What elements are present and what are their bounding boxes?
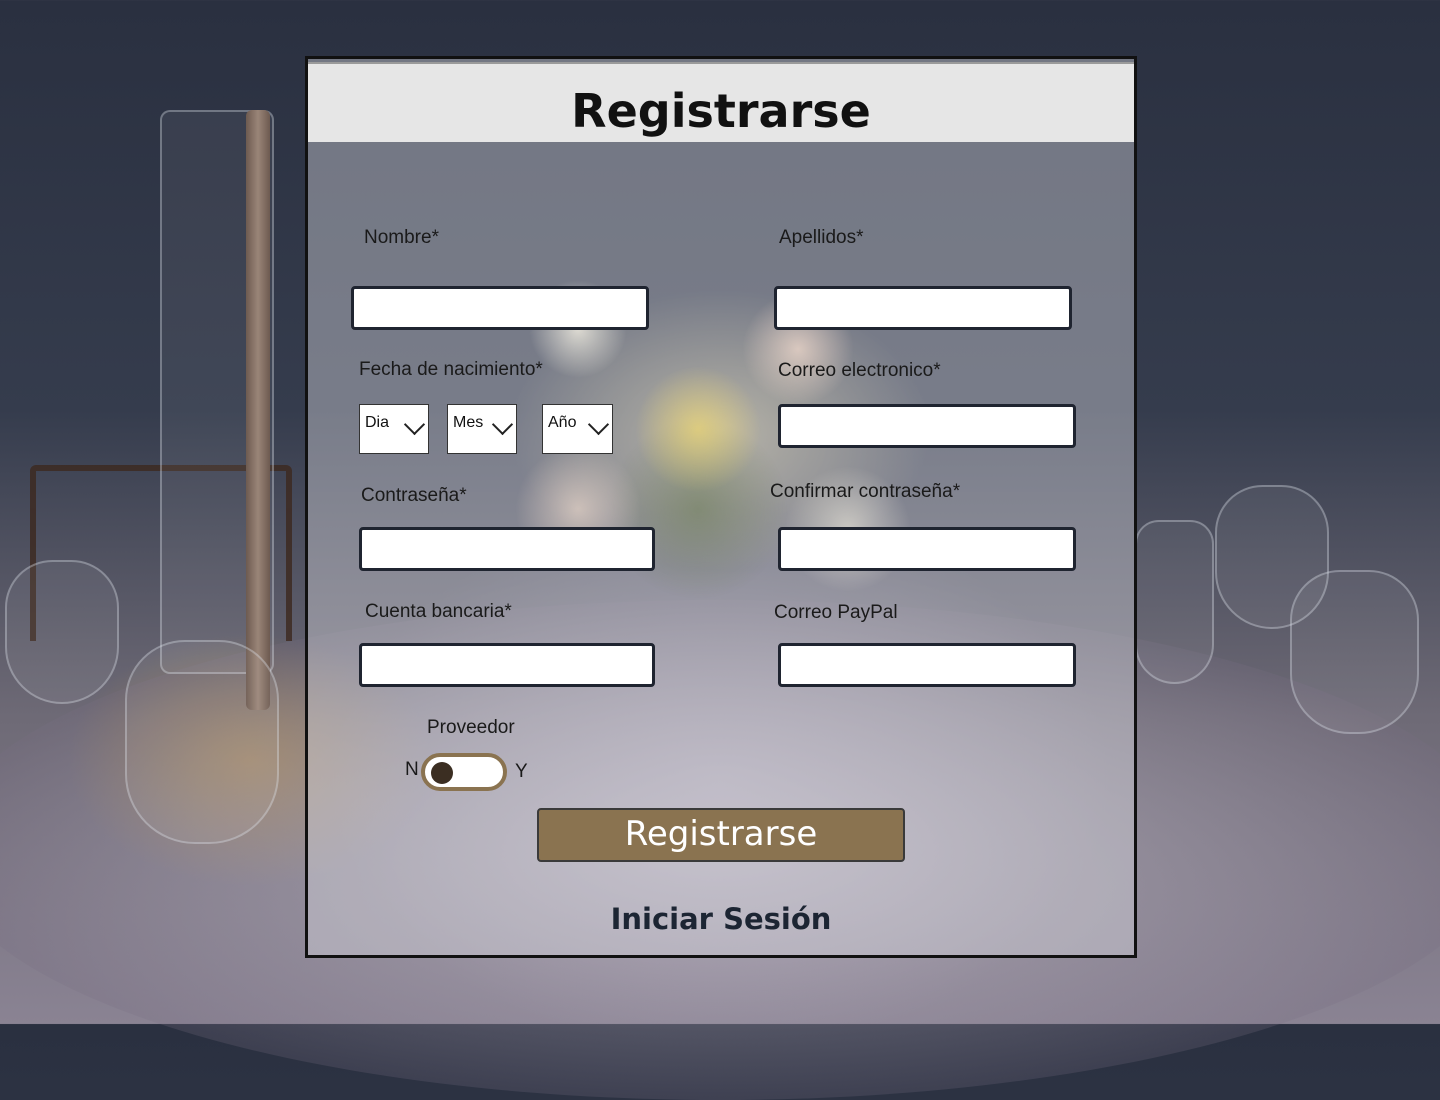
panel-header: Registrarse (308, 62, 1134, 142)
year-select-value: Año (548, 414, 577, 431)
toggle-knob (431, 762, 453, 784)
proveedor-label: Proveedor (427, 717, 515, 738)
nombre-input[interactable] (351, 286, 649, 330)
login-link[interactable]: Iniciar Sesión (308, 902, 1134, 936)
confirmar-contrasena-label: Confirmar contraseña* (770, 481, 961, 502)
proveedor-toggle[interactable] (421, 753, 507, 791)
toggle-on-label: Y (515, 761, 528, 782)
chevron-down-icon (587, 413, 610, 436)
contrasena-label: Contraseña* (361, 485, 467, 506)
apellidos-input[interactable] (774, 286, 1072, 330)
day-select-value: Dia (365, 414, 390, 431)
year-select[interactable]: Año (542, 404, 613, 454)
correo-input[interactable] (778, 404, 1076, 448)
correo-label: Correo electronico* (778, 360, 941, 381)
register-button[interactable]: Registrarse (537, 808, 905, 862)
register-panel: Registrarse Nombre* Apellidos* Fecha de … (305, 56, 1137, 958)
wine-glass-1 (5, 560, 119, 704)
correo-paypal-label: Correo PayPal (774, 602, 898, 623)
nombre-label: Nombre* (364, 227, 439, 248)
candle-left (246, 110, 270, 710)
confirmar-contrasena-input[interactable] (778, 527, 1076, 571)
chevron-down-icon (403, 413, 426, 436)
cuenta-bancaria-label: Cuenta bancaria* (365, 601, 512, 622)
wine-glass-5 (1135, 520, 1214, 684)
month-select[interactable]: Mes (447, 404, 517, 454)
chevron-down-icon (491, 413, 514, 436)
toggle-off-label: N (405, 759, 419, 780)
day-select[interactable]: Dia (359, 404, 429, 454)
month-select-value: Mes (453, 414, 484, 431)
correo-paypal-input[interactable] (778, 643, 1076, 687)
wine-glass-4 (1290, 570, 1419, 734)
wine-glass-2 (125, 640, 279, 844)
cuenta-bancaria-input[interactable] (359, 643, 655, 687)
fecha-nacimiento-label: Fecha de nacimiento* (359, 359, 543, 380)
contrasena-input[interactable] (359, 527, 655, 571)
apellidos-label: Apellidos* (779, 227, 864, 248)
page-title: Registrarse (571, 84, 871, 138)
